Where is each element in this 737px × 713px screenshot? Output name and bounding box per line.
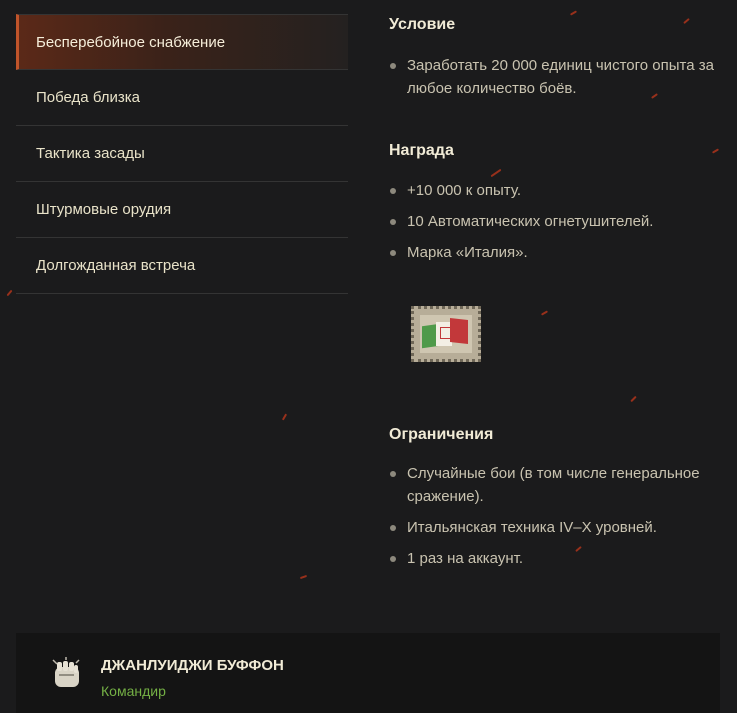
italy-stamp-icon xyxy=(411,306,481,362)
ember-decoration xyxy=(281,413,288,421)
mission-sidebar: Бесперебойное снабжение Победа близка Та… xyxy=(16,14,348,294)
list-item: 1 раз на аккаунт. xyxy=(389,547,729,570)
list-item: Заработать 20 000 единиц чистого опыта з… xyxy=(389,54,729,100)
mission-details: Условие Заработать 20 000 единиц чистого… xyxy=(389,14,729,264)
reward-title: Награда xyxy=(389,142,454,159)
commander-card: ДЖАНЛУИДЖИ БУФФОН Командир xyxy=(16,633,720,713)
restrictions-title: Ограничения xyxy=(389,426,494,443)
sidebar-item-uninterrupted-supply[interactable]: Бесперебойное снабжение xyxy=(16,14,348,70)
list-item: Итальянская техника IV–X уровней. xyxy=(389,516,729,539)
sidebar-item-ambush-tactics[interactable]: Тактика засады xyxy=(16,126,348,182)
sidebar-item-assault-guns[interactable]: Штурмовые орудия xyxy=(16,182,348,238)
condition-list: Заработать 20 000 единиц чистого опыта з… xyxy=(389,54,729,100)
list-item: +10 000 к опыту. xyxy=(389,179,729,202)
sidebar-item-long-awaited-meeting[interactable]: Долгожданная встреча xyxy=(16,238,348,294)
restrictions-list: Случайные бои (в том числе генеральное с… xyxy=(389,462,729,570)
reward-list: +10 000 к опыту. 10 Автоматических огнет… xyxy=(389,179,729,264)
ember-decoration xyxy=(6,289,13,297)
ember-decoration xyxy=(540,310,549,316)
list-item: 10 Автоматических огнетушителей. xyxy=(389,210,729,233)
condition-title: Условие xyxy=(389,16,456,33)
sidebar-item-victory-near[interactable]: Победа близка xyxy=(16,70,348,126)
commander-role: Командир xyxy=(101,683,166,699)
commander-name: ДЖАНЛУИДЖИ БУФФОН xyxy=(101,657,284,674)
list-item: Марка «Италия». xyxy=(389,241,729,264)
ember-decoration xyxy=(630,395,637,403)
list-item: Случайные бои (в том числе генеральное с… xyxy=(389,462,729,508)
ember-decoration xyxy=(299,574,308,580)
restrictions-section: Ограничения Случайные бои (в том числе г… xyxy=(389,426,729,570)
fist-icon xyxy=(52,657,80,687)
